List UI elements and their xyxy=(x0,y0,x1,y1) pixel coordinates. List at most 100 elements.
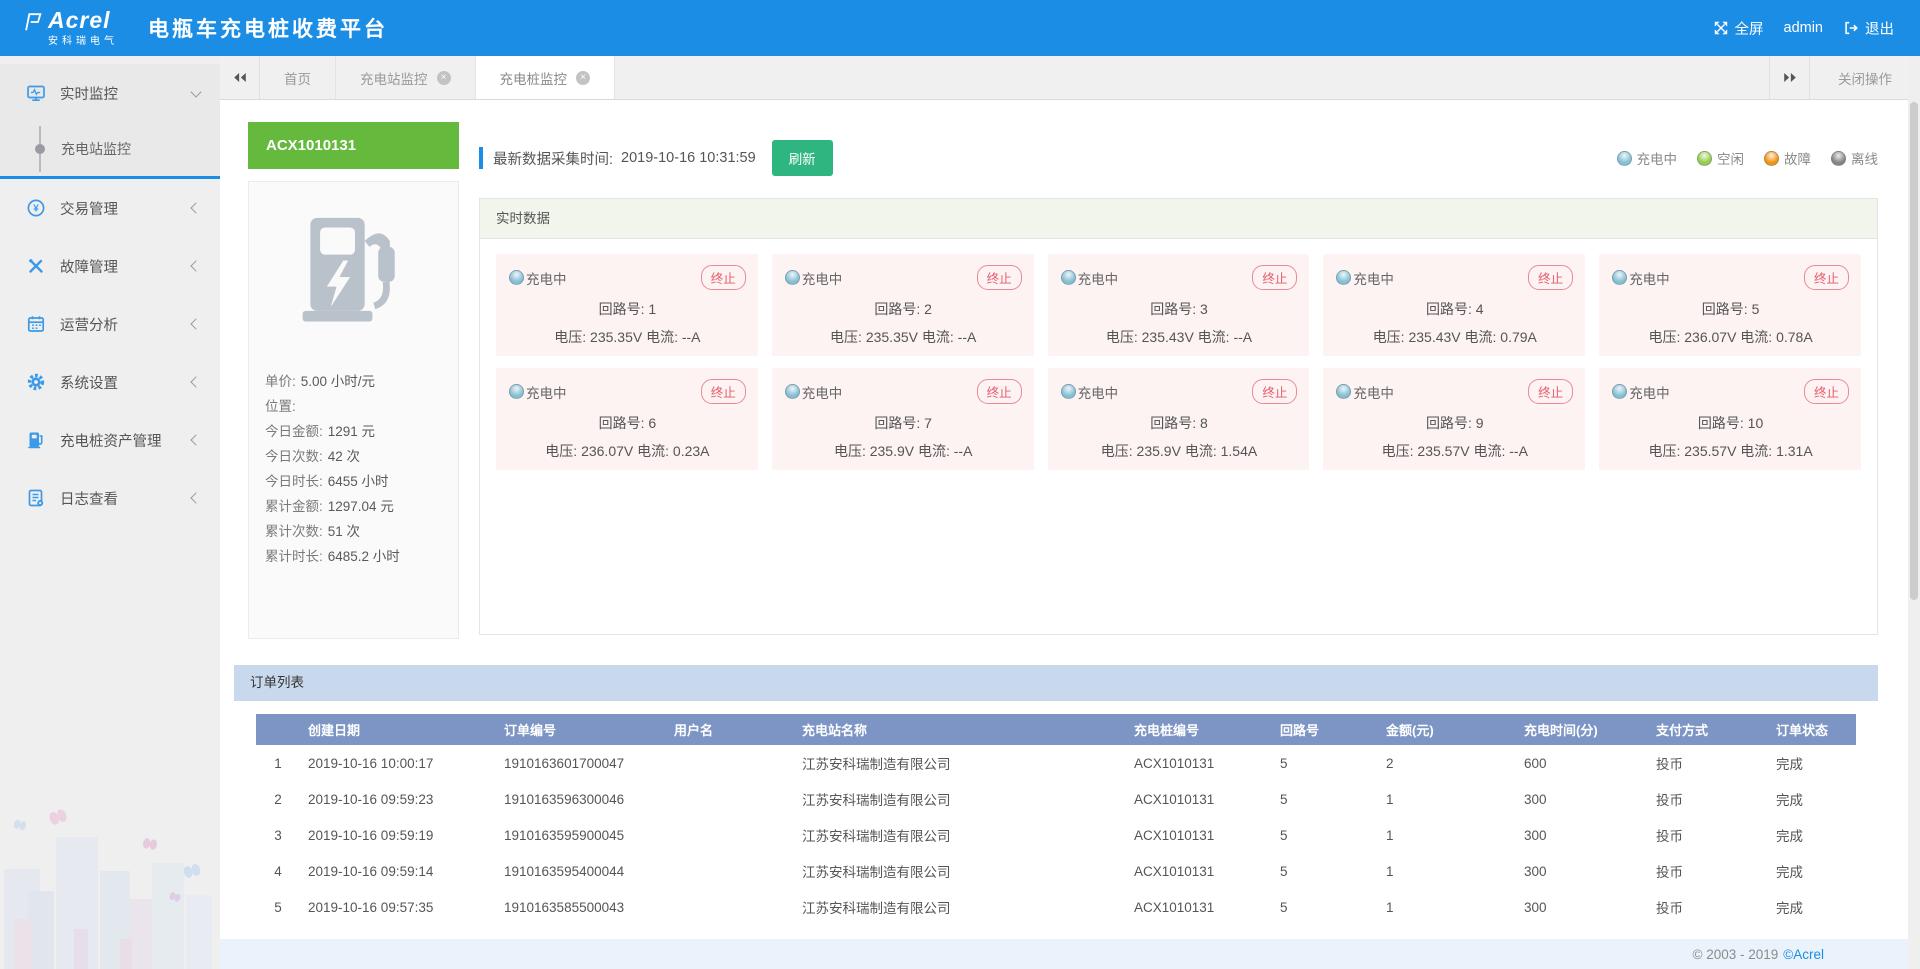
cell: 投币 xyxy=(1648,781,1768,817)
sidebar-item[interactable]: 实时监控 xyxy=(0,64,220,122)
close-operations-button[interactable]: 关闭操作 xyxy=(1809,56,1920,99)
stat-value: 51 次 xyxy=(328,524,360,539)
sidebar-group: 运营分析 xyxy=(0,295,220,353)
cell: 300 xyxy=(1516,817,1648,853)
circuit-status-label: 充电中 xyxy=(1353,268,1394,288)
status-dot xyxy=(1764,151,1779,166)
cell: 投币 xyxy=(1648,853,1768,889)
terminate-button[interactable]: 终止 xyxy=(977,265,1022,290)
cell: 5 xyxy=(1272,781,1378,817)
column-header: 充电时间(分) xyxy=(1516,714,1648,745)
refresh-button[interactable]: 刷新 xyxy=(772,140,833,176)
table-header-row: 创建日期订单编号用户名充电站名称充电桩编号回路号金额(元)充电时间(分)支付方式… xyxy=(256,714,1856,745)
sidebar-item[interactable]: ¥交易管理 xyxy=(0,179,220,237)
column-header: 订单编号 xyxy=(496,714,666,745)
legend-item: 离线 xyxy=(1831,148,1878,168)
city-skyline-decoration xyxy=(0,799,220,969)
fullscreen-button[interactable]: 全屏 xyxy=(1713,18,1764,39)
sidebar-item[interactable]: 日志查看 xyxy=(0,469,220,527)
sidebar-item-label: 系统设置 xyxy=(60,372,118,393)
footer-brand-link[interactable]: ©Acrel xyxy=(1783,947,1824,962)
tab-close-icon[interactable]: × xyxy=(576,71,590,85)
app-header: Acrel 安科瑞电气 电瓶车充电桩收费平台 全屏 admin 退出 xyxy=(0,0,1920,56)
terminate-button[interactable]: 终止 xyxy=(1804,265,1849,290)
stat-value: 6485.2 小时 xyxy=(328,549,400,564)
tab-0[interactable]: 首页 xyxy=(260,56,336,99)
cell: 1 xyxy=(1378,781,1516,817)
table-row[interactable]: 32019-10-16 09:59:191910163595900045江苏安科… xyxy=(256,817,1856,853)
terminate-button[interactable]: 终止 xyxy=(1528,379,1573,404)
tab-2[interactable]: 充电桩监控× xyxy=(476,56,616,99)
realtime-panel: 最新数据采集时间: 2019-10-16 10:31:59 刷新 充电中空闲故障… xyxy=(479,122,1878,639)
circuit-card: 充电中终止回路号: 6电压: 236.07V 电流: 0.23A xyxy=(496,368,758,470)
table-row[interactable]: 12019-10-16 10:00:171910163601700047江苏安科… xyxy=(256,745,1856,781)
column-header: 用户名 xyxy=(666,714,794,745)
brand-flag-icon xyxy=(22,11,44,33)
cell: 300 xyxy=(1516,889,1648,925)
orders-title: 订单列表 xyxy=(234,665,1878,701)
sidebar-item[interactable]: 系统设置 xyxy=(0,353,220,411)
table-row[interactable]: 22019-10-16 09:59:231910163596300046江苏安科… xyxy=(256,781,1856,817)
circuit-card: 充电中终止回路号: 1电压: 235.35V 电流: --A xyxy=(496,254,758,356)
sidebar-item[interactable]: 充电桩资产管理 xyxy=(0,411,220,469)
stat-row: 今日金额:1291 元 xyxy=(265,419,442,444)
table-row[interactable]: 42019-10-16 09:59:141910163595400044江苏安科… xyxy=(256,853,1856,889)
stat-label: 单价: xyxy=(265,374,296,389)
stat-value: 42 次 xyxy=(328,449,360,464)
sidebar-subitem[interactable]: 充电站监控 xyxy=(0,122,220,176)
logout-icon xyxy=(1843,20,1859,36)
sidebar-item[interactable]: 运营分析 xyxy=(0,295,220,353)
cell xyxy=(666,853,794,889)
sidebar-item[interactable]: 故障管理 xyxy=(0,237,220,295)
cell: 2019-10-16 09:59:19 xyxy=(300,817,496,853)
tabs-scroll-right-button[interactable] xyxy=(1769,56,1809,99)
charging-status-dot xyxy=(1612,384,1627,399)
circuit-status-label: 充电中 xyxy=(526,382,567,402)
terminate-button[interactable]: 终止 xyxy=(977,379,1022,404)
sidebar-menu: 实时监控充电站监控¥交易管理故障管理运营分析系统设置充电桩资产管理日志查看 xyxy=(0,56,220,527)
monitor-icon xyxy=(26,83,46,103)
cell: 5 xyxy=(1272,889,1378,925)
cell xyxy=(666,745,794,781)
sidebar-group: 实时监控充电站监控 xyxy=(0,64,220,179)
orders-section: 订单列表 创建日期订单编号用户名充电站名称充电桩编号回路号金额(元)充电时间(分… xyxy=(234,665,1878,925)
terminate-button[interactable]: 终止 xyxy=(1252,265,1297,290)
terminate-button[interactable]: 终止 xyxy=(701,265,746,290)
user-menu[interactable]: admin xyxy=(1784,20,1824,36)
sidebar-item-label: 故障管理 xyxy=(60,256,118,277)
cell: 1910163601700047 xyxy=(496,745,666,781)
cell xyxy=(666,781,794,817)
terminate-button[interactable]: 终止 xyxy=(1804,379,1849,404)
double-right-arrow-icon xyxy=(1782,72,1798,83)
table-body: 12019-10-16 10:00:171910163601700047江苏安科… xyxy=(256,745,1856,925)
terminate-button[interactable]: 终止 xyxy=(1252,379,1297,404)
circuit-card: 充电中终止回路号: 3电压: 235.43V 电流: --A xyxy=(1048,254,1310,356)
accent-bar xyxy=(479,147,483,169)
circuit-status-label: 充电中 xyxy=(526,268,567,288)
chevron-left-icon xyxy=(190,318,201,329)
tab-close-icon[interactable]: × xyxy=(437,71,451,85)
cell: 完成 xyxy=(1768,781,1856,817)
circuit-status-label: 充电中 xyxy=(802,268,843,288)
legend-label: 充电中 xyxy=(1637,148,1678,168)
circuit-card: 充电中终止回路号: 9电压: 235.57V 电流: --A xyxy=(1323,368,1585,470)
collect-time-value: 2019-10-16 10:31:59 xyxy=(621,150,756,166)
scrollbar-thumb[interactable] xyxy=(1910,102,1918,600)
page-title: 电瓶车充电桩收费平台 xyxy=(148,13,388,43)
circuit-status-label: 充电中 xyxy=(1629,268,1670,288)
terminate-button[interactable]: 终止 xyxy=(1528,265,1573,290)
circuit-voltage-current: 电压: 235.35V 电流: --A xyxy=(509,327,746,347)
double-left-arrow-icon xyxy=(232,72,248,83)
tabs-scroll-left-button[interactable] xyxy=(220,56,260,99)
cell: 2 xyxy=(1378,745,1516,781)
tab-bar: 首页充电站监控×充电桩监控× 关闭操作 xyxy=(220,56,1920,100)
table-row[interactable]: 52019-10-16 09:57:351910163585500043江苏安科… xyxy=(256,889,1856,925)
column-header-index xyxy=(256,714,300,745)
circuit-card: 充电中终止回路号: 4电压: 235.43V 电流: 0.79A xyxy=(1323,254,1585,356)
legend-item: 空闲 xyxy=(1697,148,1744,168)
logout-button[interactable]: 退出 xyxy=(1843,18,1894,39)
circuit-card: 充电中终止回路号: 8电压: 235.9V 电流: 1.54A xyxy=(1048,368,1310,470)
terminate-button[interactable]: 终止 xyxy=(701,379,746,404)
tab-1[interactable]: 充电站监控× xyxy=(336,56,476,99)
stat-value: 1291 元 xyxy=(328,424,375,439)
